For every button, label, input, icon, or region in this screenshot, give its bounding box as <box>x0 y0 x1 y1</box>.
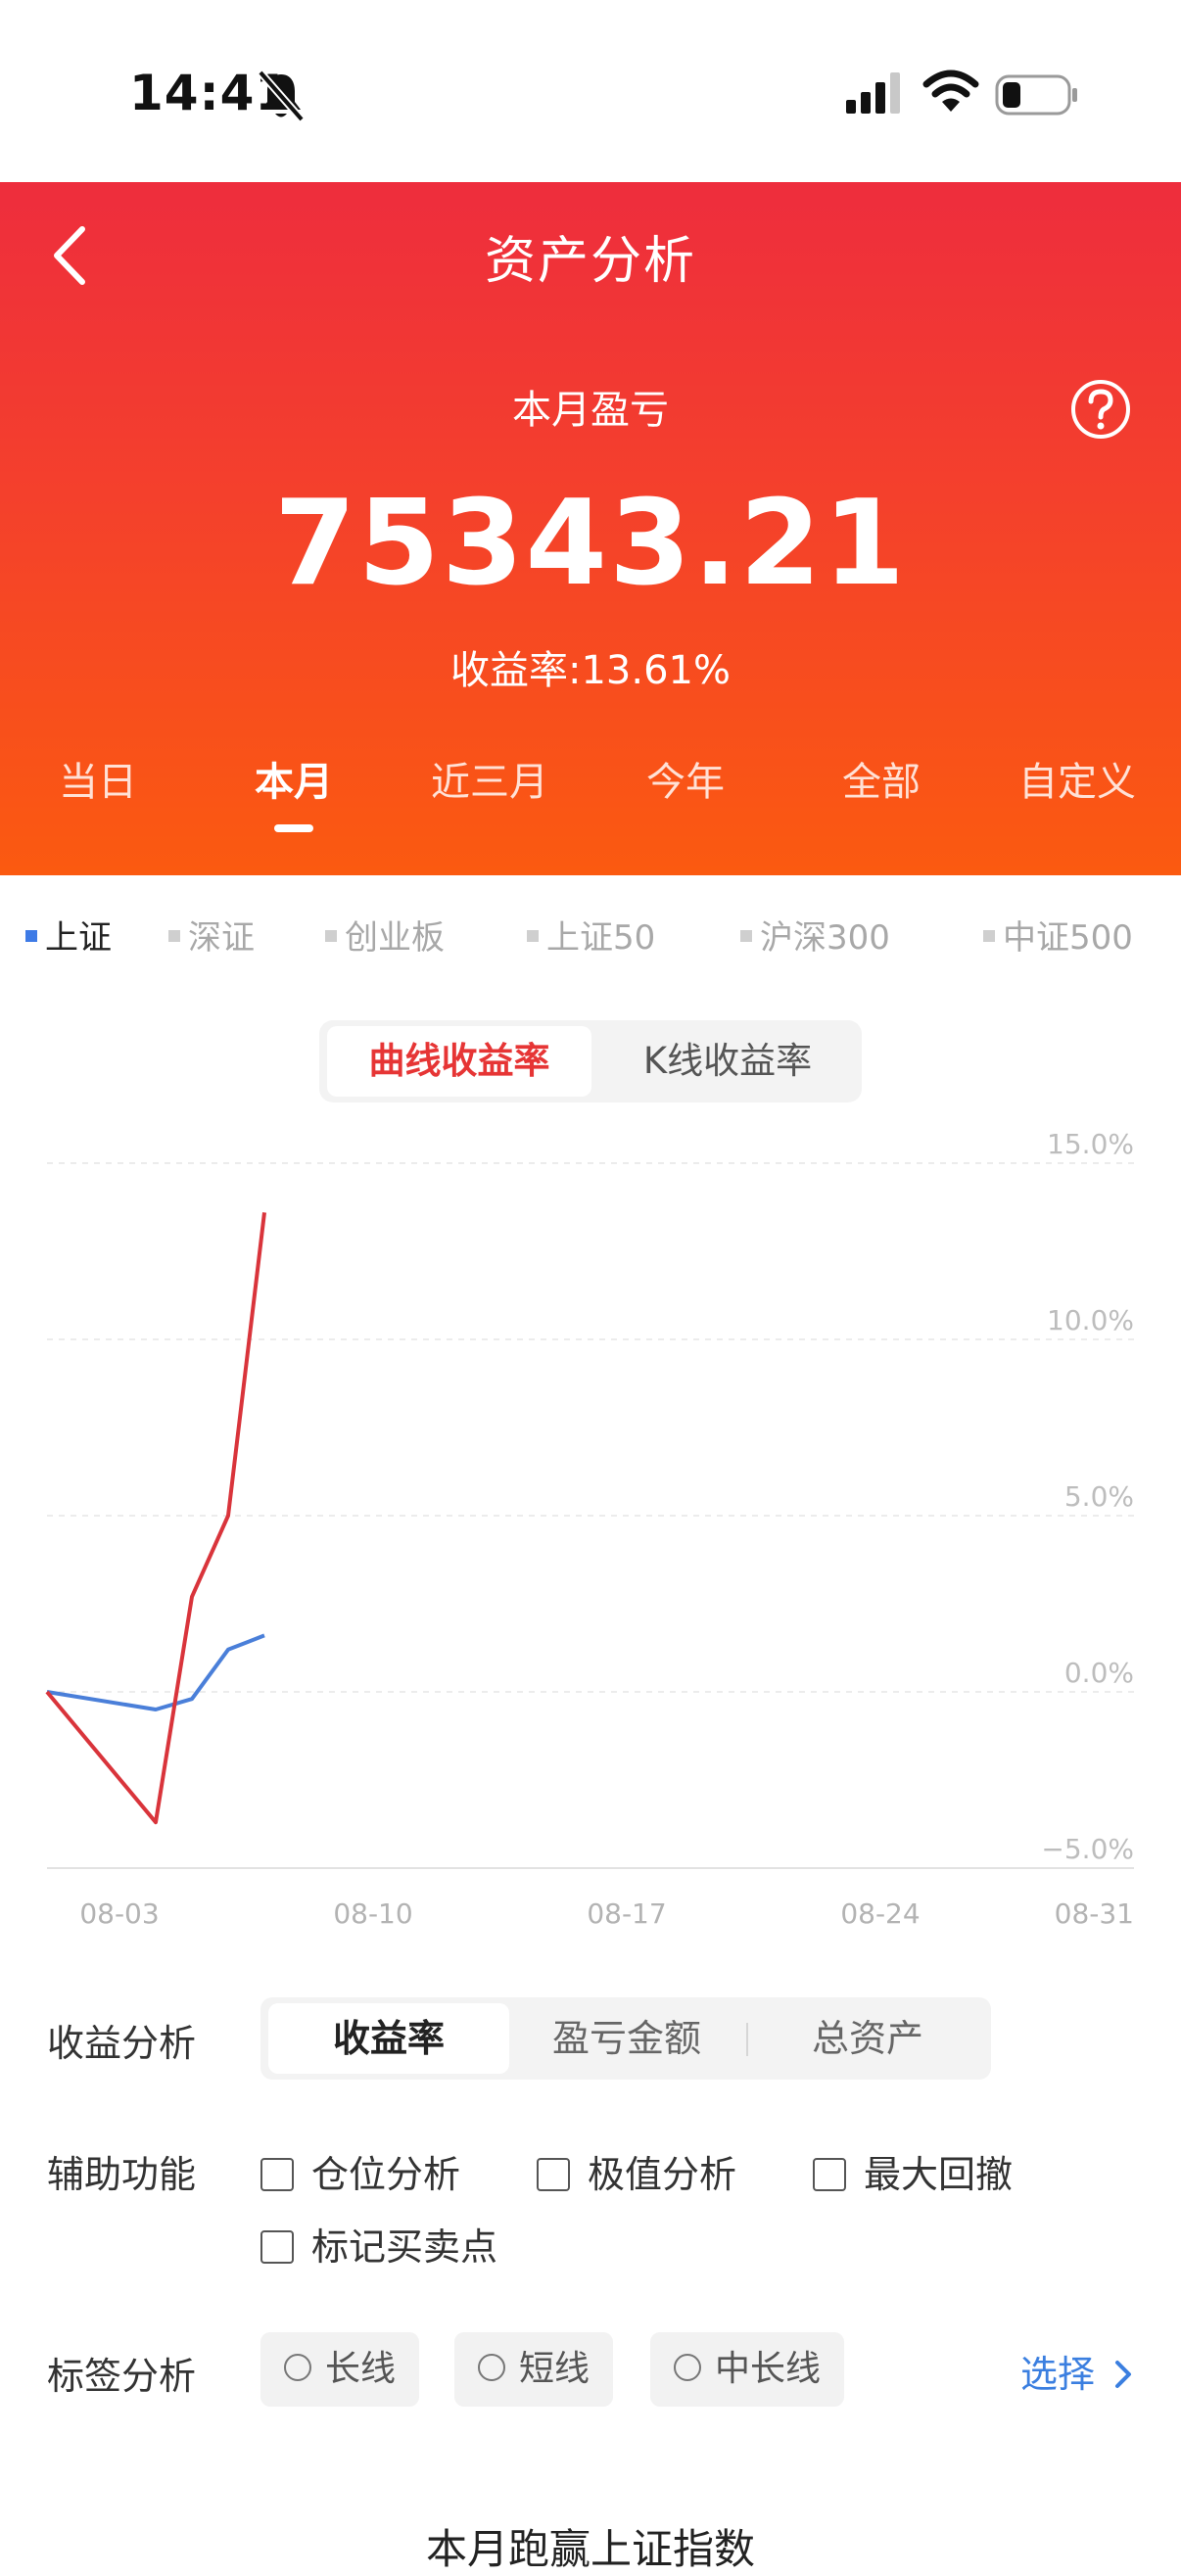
y-tick-label: 0.0% <box>1064 1657 1134 1689</box>
radio-circle <box>284 2354 311 2381</box>
tab-this-month[interactable]: 本月 <box>196 750 392 832</box>
tab-three-months[interactable]: 近三月 <box>392 750 588 807</box>
max-drawdown-checkbox[interactable]: 最大回撤 <box>813 2144 1013 2198</box>
series-marker <box>168 929 180 942</box>
checkbox-box <box>260 2229 294 2264</box>
return-rate: 收益率:13.61% <box>450 648 731 693</box>
series-marker <box>740 929 752 942</box>
index-tabs: 上证 深证 创业板 上证50 沪深300 中证500 <box>0 911 1181 969</box>
series-line <box>46 1633 265 1711</box>
return-chart: 15.0% 10.0% 5.0% 0.0% −5.0% 08-03 08-10 08-17 08… <box>45 1128 1134 1930</box>
segment-return-rate[interactable]: 收益率 <box>268 2003 509 2074</box>
tab-all[interactable]: 全部 <box>783 750 979 807</box>
index-tab-chinext[interactable]: 创业板 <box>325 911 445 959</box>
radio-circle <box>478 2354 505 2381</box>
period-tabs: 当日 本月 近三月 今年 全部 自定义 <box>0 750 1181 848</box>
analysis-segment-control: 收益率 盈亏金额 总资产 <box>260 1997 991 2080</box>
header-panel: 资产分析 本月盈亏 75343.21 收益率:13.61% 当日 本月 近三月 … <box>0 182 1181 875</box>
x-tick-label: 08-17 <box>587 1897 666 1930</box>
index-tab-csi500[interactable]: 中证500 <box>983 911 1133 959</box>
index-tab-shenzhen[interactable]: 深证 <box>168 911 255 959</box>
tag-long-term[interactable]: 长线 <box>260 2332 420 2407</box>
tab-this-year[interactable]: 今年 <box>588 750 783 807</box>
x-tick-label: 08-03 <box>79 1897 159 1930</box>
tab-today[interactable]: 当日 <box>0 750 196 807</box>
series-marker <box>983 929 995 942</box>
y-tick-label: 10.0% <box>1047 1304 1134 1336</box>
bell-muted-icon <box>257 70 306 122</box>
wifi-icon <box>922 70 979 112</box>
curve-return-button[interactable]: 曲线收益率 <box>327 1026 591 1097</box>
index-tab-sse50[interactable]: 上证50 <box>527 911 655 959</box>
index-tab-csi300[interactable]: 沪深300 <box>740 911 890 959</box>
pl-value: 75343.21 <box>273 476 908 612</box>
x-tick-label: 08-24 <box>840 1897 920 1930</box>
series-marker <box>25 929 37 942</box>
tag-label: 标签分析 <box>47 2355 197 2398</box>
cellular-signal-icon <box>846 72 900 114</box>
tag-mid-long-term[interactable]: 中长线 <box>650 2332 845 2407</box>
x-tick-label: 08-31 <box>1055 1897 1134 1930</box>
help-icon[interactable] <box>1069 378 1132 441</box>
aux-label: 辅助功能 <box>47 2153 197 2196</box>
extreme-analysis-checkbox[interactable]: 极值分析 <box>537 2144 736 2198</box>
kline-return-button[interactable]: K线收益率 <box>595 1026 860 1097</box>
segment-divider <box>746 2023 748 2056</box>
checkbox-box <box>813 2157 846 2191</box>
select-tag-button[interactable]: 选择 <box>1020 2344 1134 2398</box>
y-tick-label: 5.0% <box>1064 1480 1134 1513</box>
index-tab-shanghai[interactable]: 上证 <box>25 911 112 959</box>
position-analysis-checkbox[interactable]: 仓位分析 <box>260 2144 460 2198</box>
tab-active-indicator <box>274 824 313 832</box>
series-marker <box>325 929 337 942</box>
series-marker <box>527 929 539 942</box>
page-title: 资产分析 <box>484 232 696 291</box>
chevron-right-icon <box>1115 2360 1132 2388</box>
tab-custom[interactable]: 自定义 <box>979 750 1175 807</box>
segment-total-assets[interactable]: 总资产 <box>750 2003 985 2074</box>
x-tick-label: 08-10 <box>333 1897 412 1930</box>
checkbox-box <box>260 2157 294 2191</box>
chart-mode-toggle: 曲线收益率 K线收益率 <box>319 1020 862 1102</box>
pl-subtitle: 本月盈亏 <box>512 388 669 433</box>
status-bar: 14:41 <box>0 0 1181 182</box>
segment-pl-amount[interactable]: 盈亏金额 <box>509 2003 744 2074</box>
analysis-label: 收益分析 <box>47 2022 197 2065</box>
checkbox-box <box>537 2157 570 2191</box>
tag-short-term[interactable]: 短线 <box>454 2332 614 2407</box>
y-tick-label: −5.0% <box>1041 1833 1134 1865</box>
y-tick-label: 15.0% <box>1047 1128 1134 1160</box>
mark-trade-points-checkbox[interactable]: 标记买卖点 <box>260 2217 497 2271</box>
series-line <box>45 1212 266 1825</box>
battery-icon <box>995 74 1077 116</box>
radio-circle <box>674 2354 701 2381</box>
